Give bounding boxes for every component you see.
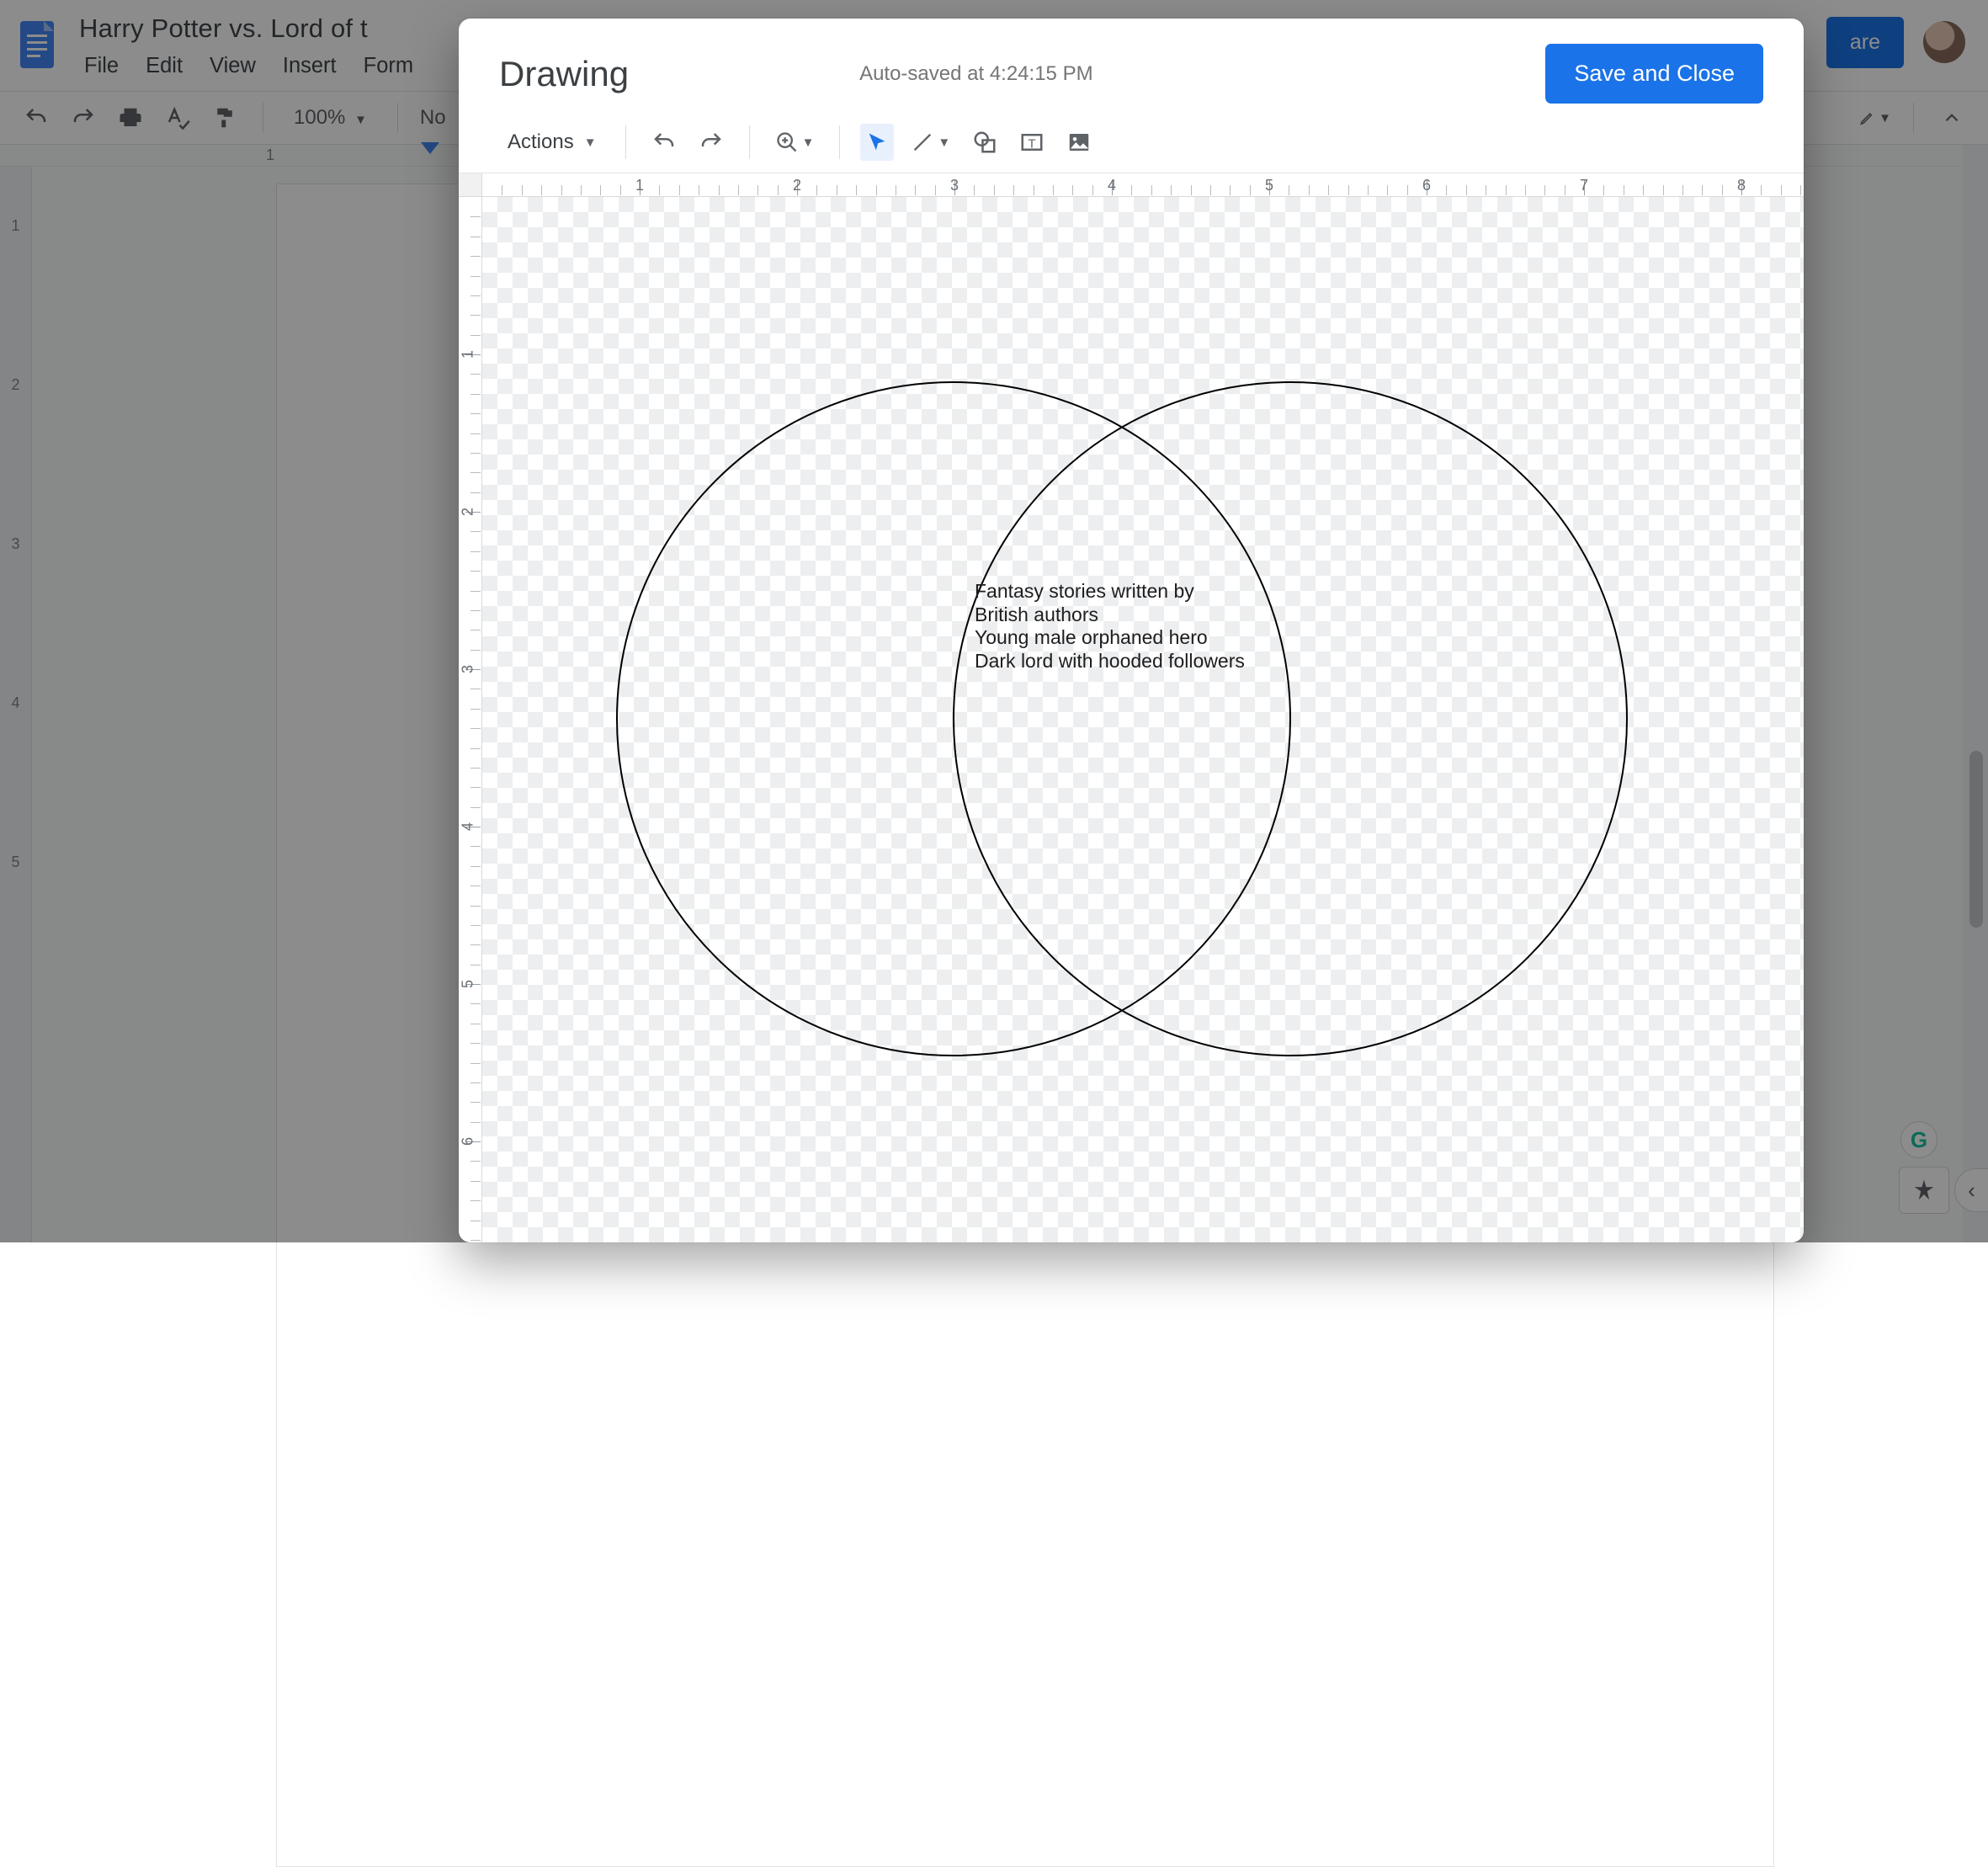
ruler-number: 1 bbox=[460, 350, 477, 359]
ruler-number: 2 bbox=[460, 508, 477, 516]
drawing-dialog: Drawing Auto-saved at 4:24:15 PM Save an… bbox=[459, 19, 1804, 1242]
save-and-close-button[interactable]: Save and Close bbox=[1545, 44, 1763, 104]
venn-line: Dark lord with hooded followers bbox=[975, 650, 1245, 673]
shape-tool-icon[interactable] bbox=[967, 124, 1002, 161]
venn-line: Fantasy stories written by bbox=[975, 580, 1245, 604]
ruler-number: 1 bbox=[635, 177, 644, 194]
venn-line: British authors bbox=[975, 604, 1245, 627]
ruler-number: 6 bbox=[460, 1137, 477, 1146]
venn-line: Young male orphaned hero bbox=[975, 626, 1245, 650]
ruler-number: 8 bbox=[1737, 177, 1746, 194]
line-tool-icon[interactable]: ▼ bbox=[906, 124, 955, 161]
image-tool-icon[interactable] bbox=[1061, 124, 1097, 161]
ruler-number: 4 bbox=[460, 822, 477, 831]
ruler-number: 6 bbox=[1422, 177, 1431, 194]
dialog-title: Drawing bbox=[499, 54, 629, 94]
dialog-header: Drawing Auto-saved at 4:24:15 PM Save an… bbox=[459, 19, 1804, 114]
ruler-number: 4 bbox=[1108, 177, 1116, 194]
zoom-icon[interactable]: ▼ bbox=[770, 124, 820, 161]
venn-diagram[interactable] bbox=[482, 197, 1804, 1207]
drawing-toolbar: Actions▼ ▼ ▼ T bbox=[459, 114, 1804, 173]
redo-icon[interactable] bbox=[694, 124, 729, 161]
svg-text:T: T bbox=[1029, 136, 1036, 151]
horizontal-ruler[interactable]: 1 2 3 4 5 6 7 8 bbox=[482, 173, 1804, 197]
ruler-number: 5 bbox=[1265, 177, 1273, 194]
actions-menu[interactable]: Actions▼ bbox=[499, 124, 605, 161]
textbox-tool-icon[interactable]: T bbox=[1014, 124, 1050, 161]
vertical-ruler[interactable]: 1 2 3 4 5 6 bbox=[459, 197, 482, 1242]
drawing-canvas[interactable]: Fantasy stories written by British autho… bbox=[482, 197, 1804, 1242]
autosave-status: Auto-saved at 4:24:15 PM bbox=[859, 62, 1093, 86]
ruler-number: 5 bbox=[460, 980, 477, 988]
drawing-canvas-area: 1 2 3 4 5 6 7 8 1 2 3 4 5 6 Fantasy stories written … bbox=[459, 173, 1804, 1242]
ruler-number: 2 bbox=[793, 177, 801, 194]
select-tool-icon[interactable] bbox=[860, 124, 894, 161]
undo-icon[interactable] bbox=[646, 124, 682, 161]
ruler-corner bbox=[459, 173, 482, 197]
ruler-number: 3 bbox=[460, 665, 477, 673]
ruler-number: 3 bbox=[950, 177, 959, 194]
ruler-number: 7 bbox=[1580, 177, 1588, 194]
venn-intersection-text[interactable]: Fantasy stories written by British autho… bbox=[975, 580, 1245, 673]
